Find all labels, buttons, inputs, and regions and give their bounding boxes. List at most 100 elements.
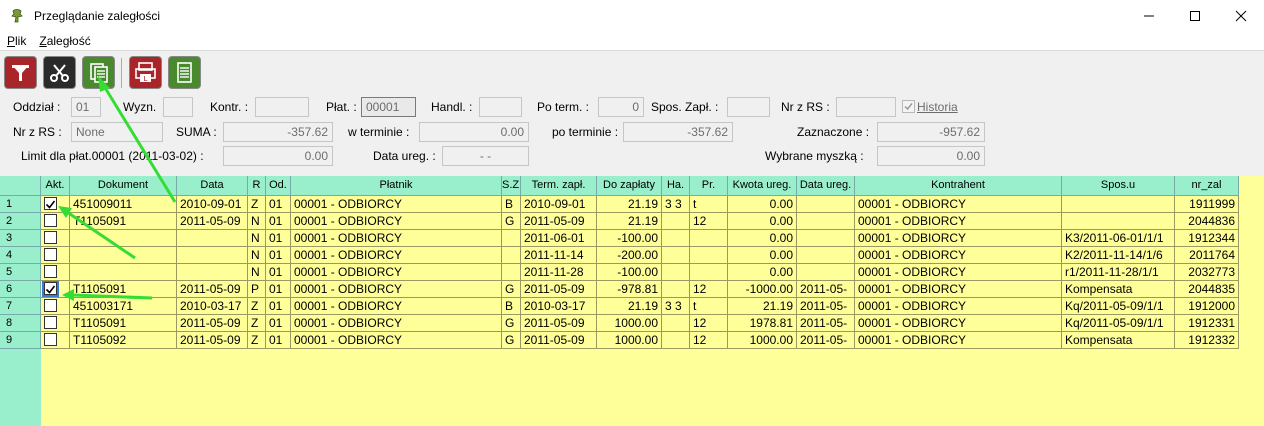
- table-cell-od[interactable]: 01: [266, 230, 291, 247]
- table-cell-data[interactable]: 2011-05-09: [177, 315, 248, 332]
- table-cell-kontr[interactable]: 00001 - ODBIORCY: [855, 196, 1062, 213]
- table-cell-sz[interactable]: B: [502, 196, 521, 213]
- table-cell-kwota[interactable]: 0.00: [728, 230, 797, 247]
- table-cell-sz[interactable]: G: [502, 213, 521, 230]
- row-number[interactable]: 5: [0, 264, 41, 281]
- data-ureg-field[interactable]: - -: [442, 146, 529, 166]
- table-cell-r[interactable]: Z: [248, 332, 266, 349]
- table-cell-term[interactable]: 2011-05-09: [521, 281, 597, 298]
- table-cell-pr[interactable]: 12: [690, 332, 728, 349]
- table-cell-data[interactable]: [177, 247, 248, 264]
- table-cell-term[interactable]: 2011-05-09: [521, 315, 597, 332]
- table-cell-kontr[interactable]: 00001 - ODBIORCY: [855, 213, 1062, 230]
- row-number[interactable]: 6: [0, 281, 41, 298]
- table-cell-term[interactable]: 2010-03-17: [521, 298, 597, 315]
- row-number[interactable]: 7: [0, 298, 41, 315]
- column-header-dureg[interactable]: Data ureg.: [797, 176, 855, 196]
- table-cell-nr[interactable]: 1912332: [1175, 332, 1239, 349]
- akt-checkbox[interactable]: [42, 281, 59, 297]
- row-number[interactable]: 1: [0, 196, 41, 213]
- table-cell-kwota[interactable]: 0.00: [728, 264, 797, 281]
- minimize-button[interactable]: [1126, 0, 1172, 31]
- akt-checkbox[interactable]: [44, 231, 57, 244]
- nr-z-rs2-field[interactable]: None: [71, 122, 163, 142]
- table-cell-spos[interactable]: [1062, 213, 1175, 230]
- mark-button[interactable]: [43, 56, 76, 89]
- table-cell-doz[interactable]: 1000.00: [597, 315, 662, 332]
- table-cell-dureg[interactable]: 2011-05-: [797, 298, 855, 315]
- table-cell-ha[interactable]: 3 3: [662, 298, 690, 315]
- table-cell-plat[interactable]: 00001 - ODBIORCY: [291, 281, 502, 298]
- table-cell-ha[interactable]: [662, 247, 690, 264]
- table-cell-kwota[interactable]: 1000.00: [728, 332, 797, 349]
- table-cell-od[interactable]: 01: [266, 247, 291, 264]
- table-cell-doz[interactable]: 21.19: [597, 196, 662, 213]
- menu-zaleglosc[interactable]: Zaległość: [32, 34, 96, 48]
- table-cell-kwota[interactable]: 0.00: [728, 213, 797, 230]
- table-cell-kwota[interactable]: -1000.00: [728, 281, 797, 298]
- table-cell-ha[interactable]: [662, 213, 690, 230]
- table-cell-nr[interactable]: 2044835: [1175, 281, 1239, 298]
- table-cell-r[interactable]: N: [248, 230, 266, 247]
- table-cell-ha[interactable]: [662, 315, 690, 332]
- table-cell-data[interactable]: 2010-09-01: [177, 196, 248, 213]
- table-cell-kwota[interactable]: 21.19: [728, 298, 797, 315]
- table-cell-doz[interactable]: -100.00: [597, 264, 662, 281]
- table-cell-data[interactable]: 2011-05-09: [177, 332, 248, 349]
- table-cell-data[interactable]: [177, 230, 248, 247]
- table-cell-term[interactable]: 2011-05-09: [521, 332, 597, 349]
- column-header-od[interactable]: Od.: [266, 176, 291, 196]
- akt-checkbox[interactable]: [44, 265, 57, 278]
- column-header-pr[interactable]: Pr.: [690, 176, 728, 196]
- column-header-data[interactable]: Data: [177, 176, 248, 196]
- column-header-doz[interactable]: Do zapłaty: [597, 176, 662, 196]
- table-cell-nr[interactable]: 1912344: [1175, 230, 1239, 247]
- filter-button[interactable]: [4, 56, 37, 89]
- akt-checkbox[interactable]: [44, 248, 57, 261]
- column-header-dok[interactable]: Dokument: [70, 176, 177, 196]
- table-cell-kwota[interactable]: 0.00: [728, 247, 797, 264]
- akt-checkbox[interactable]: [44, 197, 57, 210]
- historia-checkbox[interactable]: [902, 100, 915, 113]
- table-cell-od[interactable]: 01: [266, 298, 291, 315]
- table-cell-term[interactable]: 2010-09-01: [521, 196, 597, 213]
- table-cell-dok[interactable]: 451003171: [70, 298, 177, 315]
- table-cell-pr[interactable]: 12: [690, 315, 728, 332]
- table-cell-plat[interactable]: 00001 - ODBIORCY: [291, 315, 502, 332]
- table-cell-r[interactable]: N: [248, 247, 266, 264]
- table-cell-data[interactable]: [177, 264, 248, 281]
- suma-field[interactable]: -357.62: [223, 122, 333, 142]
- table-cell-sz[interactable]: G: [502, 332, 521, 349]
- table-cell-kwota[interactable]: 0.00: [728, 196, 797, 213]
- column-header-kwota[interactable]: Kwota ureg.: [728, 176, 797, 196]
- table-cell-od[interactable]: 01: [266, 315, 291, 332]
- table-cell-term[interactable]: 2011-11-14: [521, 247, 597, 264]
- table-cell-dureg[interactable]: [797, 196, 855, 213]
- table-cell-nr[interactable]: 1912331: [1175, 315, 1239, 332]
- table-cell-od[interactable]: 01: [266, 196, 291, 213]
- table-cell-r[interactable]: N: [248, 264, 266, 281]
- table-cell-plat[interactable]: 00001 - ODBIORCY: [291, 230, 502, 247]
- table-cell-sz[interactable]: B: [502, 298, 521, 315]
- kontr-field[interactable]: [255, 97, 309, 117]
- table-cell-sz[interactable]: [502, 230, 521, 247]
- table-cell-kontr[interactable]: 00001 - ODBIORCY: [855, 230, 1062, 247]
- table-cell-pr[interactable]: t: [690, 298, 728, 315]
- maximize-button[interactable]: [1172, 0, 1218, 31]
- table-cell-dok[interactable]: T1105091: [70, 315, 177, 332]
- table-cell-ha[interactable]: [662, 281, 690, 298]
- print-button[interactable]: L: [129, 56, 162, 89]
- table-cell-plat[interactable]: 00001 - ODBIORCY: [291, 264, 502, 281]
- table-cell-spos[interactable]: K3/2011-06-01/1/1: [1062, 230, 1175, 247]
- spos-zapl-field[interactable]: [727, 97, 770, 117]
- table-cell-doz[interactable]: 21.19: [597, 298, 662, 315]
- plat-field[interactable]: 00001: [361, 97, 416, 117]
- table-cell-r[interactable]: Z: [248, 298, 266, 315]
- table-cell-dureg[interactable]: 2011-05-: [797, 281, 855, 298]
- table-cell-od[interactable]: 01: [266, 264, 291, 281]
- akt-checkbox[interactable]: [44, 333, 57, 346]
- close-button[interactable]: [1218, 0, 1264, 31]
- table-cell-kwota[interactable]: 1978.81: [728, 315, 797, 332]
- wybrane-myszka-field[interactable]: 0.00: [877, 146, 985, 166]
- wyzn-field[interactable]: [163, 97, 193, 117]
